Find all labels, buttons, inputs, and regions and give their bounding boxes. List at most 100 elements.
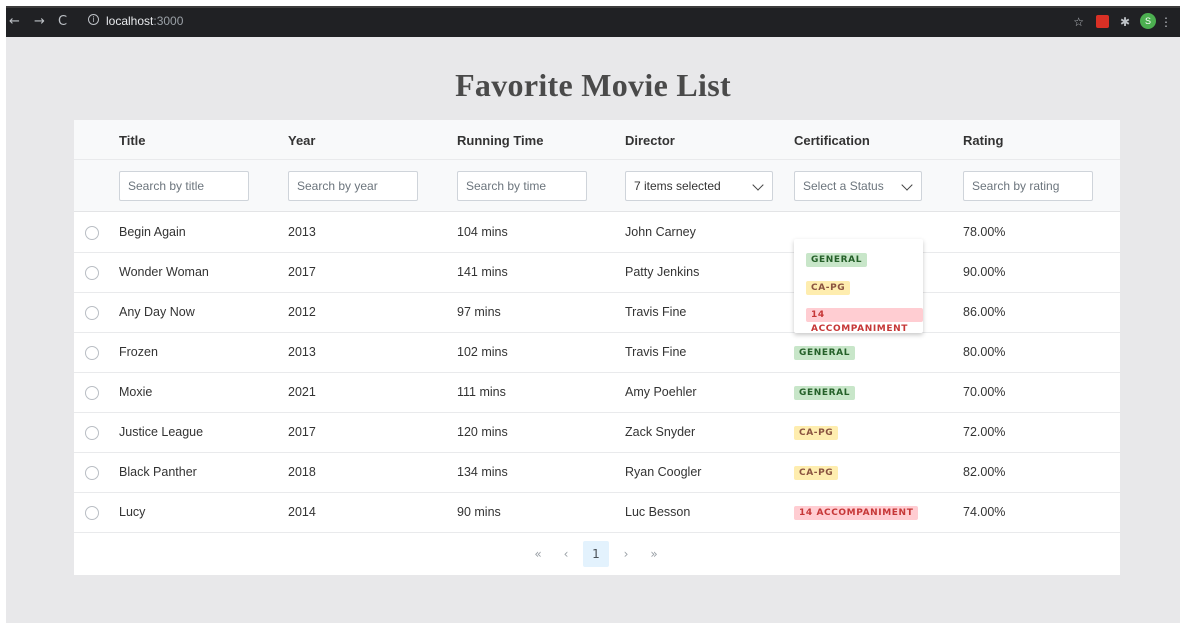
first-page-button[interactable]: « <box>525 541 551 567</box>
status-badge: 14 ACCOMPANIMENT <box>794 506 919 520</box>
certification-select-label: Select a Status <box>803 179 884 193</box>
cell-running-time: 102 mins <box>457 345 508 359</box>
cell-director: Travis Fine <box>625 305 687 319</box>
cell-director: Ryan Coogler <box>625 465 702 479</box>
cell-title: Black Panther <box>119 465 197 479</box>
chevron-down-icon <box>752 179 764 191</box>
cell-director: John Carney <box>625 225 696 239</box>
reload-icon[interactable]: C <box>58 15 67 29</box>
next-page-button[interactable]: › <box>613 541 639 567</box>
cell-year: 2014 <box>288 505 316 519</box>
column-header-rating[interactable]: Rating <box>963 133 1003 148</box>
column-header-director[interactable]: Director <box>625 133 675 148</box>
cell-title: Any Day Now <box>119 305 195 319</box>
column-header-running-time[interactable]: Running Time <box>457 133 543 148</box>
column-header-year[interactable]: Year <box>288 133 315 148</box>
time-search-input[interactable] <box>457 171 587 201</box>
table-body: Begin Again 2013 104 mins John Carney 78.00%… <box>74 213 1120 533</box>
status-badge: GENERAL <box>794 386 856 400</box>
row-select-radio[interactable] <box>85 426 99 440</box>
prev-page-button[interactable]: ‹ <box>553 541 579 567</box>
menu-kebab-icon[interactable]: ⋮ <box>1160 13 1172 31</box>
status-badge: CA-PG <box>806 281 851 295</box>
row-select-radio[interactable] <box>85 386 99 400</box>
cell-year: 2013 <box>288 225 316 239</box>
table-row[interactable]: Black Panther 2018 134 mins Ryan Coogler CA-… <box>74 453 1120 493</box>
cell-title: Frozen <box>119 345 158 359</box>
dropdown-option-ca-pg[interactable]: CA-PG <box>794 275 923 301</box>
status-badge: GENERAL <box>806 253 868 267</box>
page-viewport: Favorite Movie List Title Year Running T… <box>6 37 1180 623</box>
cell-running-time: 104 mins <box>457 225 508 239</box>
cell-director: Amy Poehler <box>625 385 697 399</box>
cell-director: Patty Jenkins <box>625 265 700 279</box>
browser-chrome: ← → C i localhost:3000 ☆ ✱ S ⋮ <box>0 0 1180 37</box>
page-1-button[interactable]: 1 <box>583 541 609 567</box>
director-multiselect[interactable]: 7 items selected <box>625 171 773 201</box>
column-header-title[interactable]: Title <box>119 133 146 148</box>
site-info-icon[interactable]: i <box>88 14 99 25</box>
row-select-radio[interactable] <box>85 226 99 240</box>
cell-rating: 74.00% <box>963 505 1006 519</box>
table-row[interactable]: Frozen 2013 102 mins Travis Fine GENERAL 80.0… <box>74 333 1120 373</box>
extensions-puzzle-icon[interactable]: ✱ <box>1120 13 1130 31</box>
cell-year: 2021 <box>288 385 316 399</box>
cell-rating: 90.00% <box>963 265 1006 279</box>
browser-toolbar: ← → C i localhost:3000 ☆ ✱ S ⋮ <box>6 6 1180 37</box>
cell-rating: 72.00% <box>963 425 1006 439</box>
row-select-radio[interactable] <box>85 346 99 360</box>
dropdown-option-general[interactable]: GENERAL <box>794 247 923 273</box>
page-title: Favorite Movie List <box>455 67 731 103</box>
row-select-radio[interactable] <box>85 266 99 280</box>
cell-director: Luc Besson <box>625 505 691 519</box>
cell-year: 2017 <box>288 425 316 439</box>
row-select-radio[interactable] <box>85 506 99 520</box>
cell-title: Lucy <box>119 505 146 519</box>
movie-table: Title Year Running Time Director Certifi… <box>74 120 1120 575</box>
cell-rating: 82.00% <box>963 465 1006 479</box>
cell-year: 2012 <box>288 305 316 319</box>
cell-rating: 80.00% <box>963 345 1006 359</box>
column-header-certification[interactable]: Certification <box>794 133 870 148</box>
table-row[interactable]: Begin Again 2013 104 mins John Carney 78.00% <box>74 213 1120 253</box>
table-row[interactable]: Any Day Now 2012 97 mins Travis Fine 14 ACCO… <box>74 293 1120 333</box>
cell-running-time: 120 mins <box>457 425 508 439</box>
profile-avatar[interactable]: S <box>1140 13 1156 29</box>
cell-running-time: 111 mins <box>457 385 506 399</box>
row-select-radio[interactable] <box>85 466 99 480</box>
chevron-down-icon <box>901 179 913 191</box>
bookmark-star-icon[interactable]: ☆ <box>1073 13 1084 31</box>
title-search-input[interactable] <box>119 171 249 201</box>
cell-director: Zack Snyder <box>625 425 696 439</box>
year-search-input[interactable] <box>288 171 418 201</box>
back-icon[interactable]: ← <box>9 15 20 29</box>
cell-rating: 78.00% <box>963 225 1006 239</box>
cell-title: Wonder Woman <box>119 265 209 279</box>
dropdown-option-14-accompaniment[interactable]: 14 ACCOMPANIMENT <box>794 302 923 334</box>
cell-running-time: 134 mins <box>457 465 508 479</box>
tab-strip <box>6 6 1180 8</box>
status-badge: CA-PG <box>794 466 839 480</box>
table-row[interactable]: Justice League 2017 120 mins Zack Snyder CA-… <box>74 413 1120 453</box>
cell-title: Begin Again <box>119 225 186 239</box>
director-multiselect-label: 7 items selected <box>634 179 721 193</box>
extension-icon[interactable] <box>1096 15 1109 28</box>
status-badge: CA-PG <box>794 426 839 440</box>
rating-search-input[interactable] <box>963 171 1093 201</box>
address-bar[interactable]: i localhost:3000 <box>86 11 1136 31</box>
last-page-button[interactable]: » <box>641 541 667 567</box>
cell-running-time: 97 mins <box>457 305 501 319</box>
cell-title: Moxie <box>119 385 153 399</box>
cell-title: Justice League <box>119 425 204 439</box>
table-header: Title Year Running Time Director Certifi… <box>74 120 1120 212</box>
certification-dropdown-panel: GENERAL CA-PG 14 ACCOMPANIMENT <box>794 239 923 334</box>
forward-icon[interactable]: → <box>34 15 45 29</box>
table-row[interactable]: Wonder Woman 2017 141 mins Patty Jenkins 90.… <box>74 253 1120 293</box>
certification-select[interactable]: Select a Status <box>794 171 922 201</box>
status-badge: 14 ACCOMPANIMENT <box>806 308 923 334</box>
table-row[interactable]: Moxie 2021 111 mins Amy Poehler GENERAL 70.00… <box>74 373 1120 413</box>
row-select-radio[interactable] <box>85 306 99 320</box>
table-row[interactable]: Lucy 2014 90 mins Luc Besson 14 ACCOMPANIMEN… <box>74 493 1120 533</box>
url-text: localhost:3000 <box>106 14 184 28</box>
cell-rating: 86.00% <box>963 305 1006 319</box>
